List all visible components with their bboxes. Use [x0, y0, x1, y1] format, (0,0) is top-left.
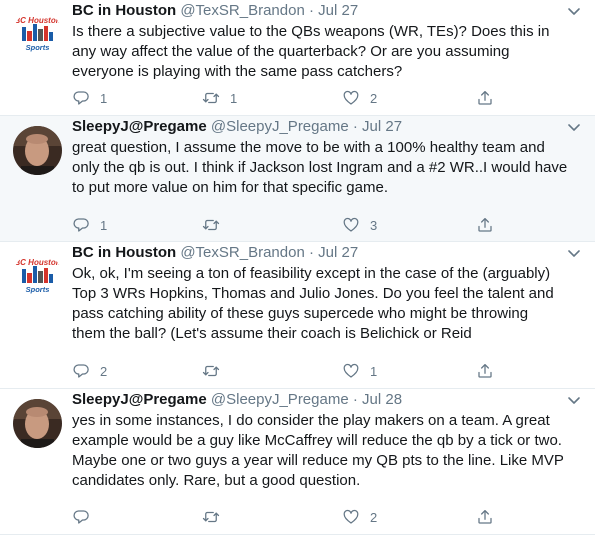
svg-text:BC Houston: BC Houston	[14, 16, 60, 25]
svg-text:Sports: Sports	[26, 285, 50, 294]
avatar[interactable]	[13, 126, 62, 175]
tweet-text-line: Top 3 WRs Hopkins, Thomas and Julio Jone…	[72, 285, 554, 302]
like-count: 3	[370, 217, 378, 233]
share-button[interactable]	[476, 215, 494, 235]
svg-text:BC Houston: BC Houston	[14, 258, 60, 267]
tweet-date[interactable]: Jul 27	[362, 118, 402, 135]
share-icon	[478, 90, 492, 105]
tweet-header: BC in Houston @TexSR_Brandon · Jul 27	[72, 1, 358, 21]
like-count: 1	[370, 363, 378, 379]
display-name[interactable]: BC in Houston	[72, 2, 176, 19]
retweet-icon	[202, 92, 220, 104]
tweet-header: SleepyJ@Pregame @SleepyJ_Pregame · Jul 2…	[72, 117, 402, 137]
tweet-text-line: to put more value on him for that specif…	[72, 179, 388, 196]
reply-count: 2	[100, 363, 108, 379]
reply-icon	[73, 364, 89, 378]
tweet-header: SleepyJ@Pregame @SleepyJ_Pregame · Jul 2…	[72, 390, 402, 410]
tweet-actions: 1 3	[72, 215, 502, 235]
tweet-text-line: Maybe one or two guys a year will reduce…	[72, 452, 564, 469]
tweet-actions: 1 1 2	[72, 88, 502, 108]
chevron-down-icon[interactable]	[567, 122, 581, 132]
tweet-text-line: only the qb is out. I think if Jackson l…	[72, 159, 568, 176]
tweet-text-line: Ok, ok, I'm seeing a ton of feasibility …	[72, 265, 551, 282]
like-button[interactable]: 2	[342, 88, 377, 108]
tweet-text: great question, I assume the move to be …	[72, 138, 577, 198]
separator-dot: ·	[352, 391, 358, 408]
tweet-date[interactable]: Jul 27	[318, 244, 358, 261]
tweet-text-line: everyone is playing with the same pass c…	[72, 63, 403, 80]
like-button[interactable]: 1	[342, 361, 377, 381]
separator-dot: ·	[308, 2, 314, 19]
reply-button[interactable]: 1	[72, 215, 107, 235]
tweet-text-line: example would be a guy like McCaffrey wi…	[72, 432, 562, 449]
retweet-count: 1	[230, 90, 238, 106]
tweet[interactable]: SleepyJ@Pregame @SleepyJ_Pregame · Jul 2…	[0, 116, 595, 242]
tweet-text: Is there a subjective value to the QBs w…	[72, 22, 577, 82]
share-button[interactable]	[476, 361, 494, 381]
tweet-date[interactable]: Jul 28	[362, 391, 402, 408]
tweet-text-line: great question, I assume the move to be …	[72, 139, 545, 156]
retweet-icon	[202, 219, 220, 231]
chevron-down-icon[interactable]	[567, 248, 581, 258]
svg-text:Sports: Sports	[26, 43, 50, 52]
tweet-text-line: candidates only. Rare, but a good questi…	[72, 472, 361, 489]
avatar[interactable]: BC Houston Sports	[13, 10, 62, 59]
chevron-down-icon[interactable]	[567, 395, 581, 405]
tweet-text-line: yes in some instances, I do consider the…	[72, 412, 550, 429]
avatar[interactable]	[13, 399, 62, 448]
reply-icon	[73, 510, 89, 524]
share-button[interactable]	[476, 88, 494, 108]
tweet-text-line: them the ball? (Let's assume their coach…	[72, 325, 472, 342]
like-count: 2	[370, 509, 378, 525]
separator-dot: ·	[352, 118, 358, 135]
display-name[interactable]: SleepyJ@Pregame	[72, 391, 207, 408]
tweet[interactable]: SleepyJ@Pregame @SleepyJ_Pregame · Jul 2…	[0, 389, 595, 535]
like-button[interactable]: 3	[342, 215, 377, 235]
tweet-text-line: pass catching ability of these guys supe…	[72, 305, 529, 322]
tweet-actions: 2 1	[72, 361, 502, 381]
reply-button[interactable]	[72, 507, 100, 527]
tweet-text: yes in some instances, I do consider the…	[72, 411, 577, 491]
like-count: 2	[370, 90, 378, 106]
share-icon	[478, 217, 492, 232]
share-icon	[478, 509, 492, 524]
tweet[interactable]: BC Houston Sports BC in Houston @TexSR_Br…	[0, 0, 595, 116]
like-button[interactable]: 2	[342, 507, 377, 527]
avatar[interactable]: BC Houston Sports	[13, 252, 62, 301]
retweet-button[interactable]	[202, 507, 230, 527]
reply-icon	[73, 91, 89, 105]
reply-icon	[73, 218, 89, 232]
like-icon	[343, 90, 359, 105]
display-name[interactable]: SleepyJ@Pregame	[72, 118, 207, 135]
like-icon	[343, 363, 359, 378]
reply-count: 1	[100, 90, 108, 106]
retweet-button[interactable]: 1	[202, 88, 237, 108]
tweet-date[interactable]: Jul 27	[318, 2, 358, 19]
reply-count: 1	[100, 217, 108, 233]
retweet-button[interactable]	[202, 361, 230, 381]
tweet-text: Ok, ok, I'm seeing a ton of feasibility …	[72, 264, 577, 344]
user-handle[interactable]: @SleepyJ_Pregame	[211, 391, 349, 408]
share-icon	[478, 363, 492, 378]
retweet-icon	[202, 365, 220, 377]
tweet-text-line: Is there a subjective value to the QBs w…	[72, 23, 550, 40]
display-name[interactable]: BC in Houston	[72, 244, 176, 261]
reply-button[interactable]: 1	[72, 88, 107, 108]
user-handle[interactable]: @TexSR_Brandon	[180, 2, 304, 19]
share-button[interactable]	[476, 507, 494, 527]
user-handle[interactable]: @TexSR_Brandon	[180, 244, 304, 261]
reply-button[interactable]: 2	[72, 361, 107, 381]
tweet-header: BC in Houston @TexSR_Brandon · Jul 27	[72, 243, 358, 263]
tweet[interactable]: BC Houston Sports BC in Houston @TexSR_Br…	[0, 242, 595, 389]
tweet-actions: 2	[72, 507, 502, 527]
retweet-button[interactable]	[202, 215, 230, 235]
user-handle[interactable]: @SleepyJ_Pregame	[211, 118, 349, 135]
tweet-text-line: any way affect the value of the quarterb…	[72, 43, 510, 60]
retweet-icon	[202, 511, 220, 523]
like-icon	[343, 509, 359, 524]
chevron-down-icon[interactable]	[567, 6, 581, 16]
like-icon	[343, 217, 359, 232]
separator-dot: ·	[308, 244, 314, 261]
